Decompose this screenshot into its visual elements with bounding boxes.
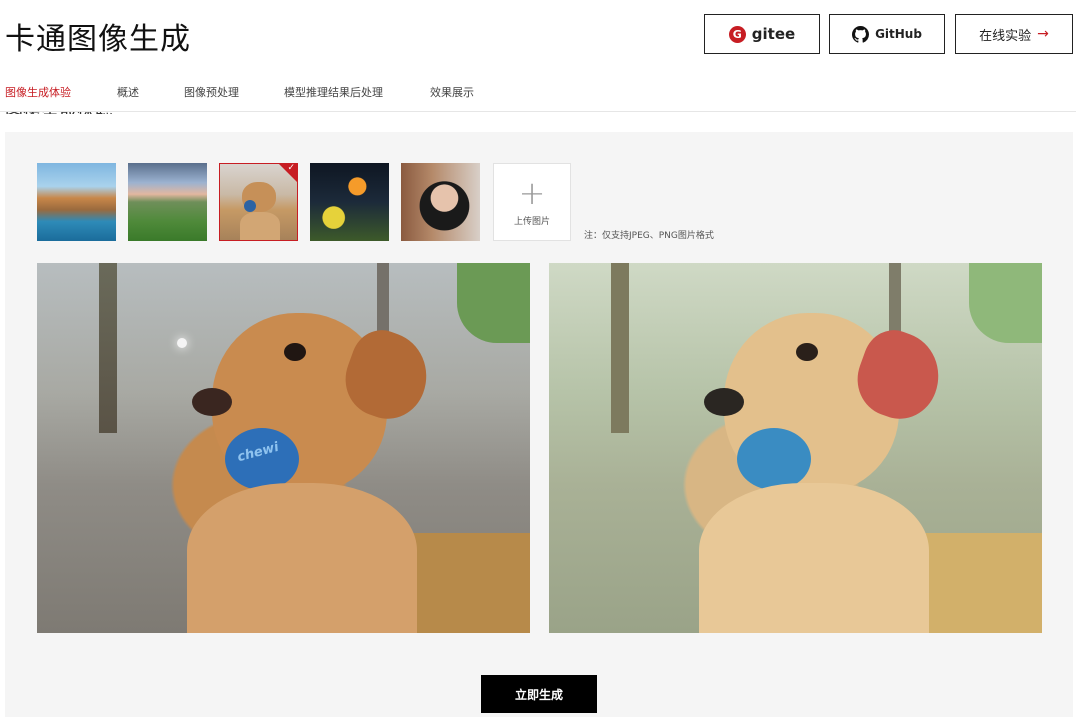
plus-icon: + bbox=[518, 173, 546, 212]
generate-button[interactable]: 立即生成 bbox=[481, 675, 597, 713]
github-label: GitHub bbox=[875, 27, 922, 41]
thumbnail-butterfly-flowers[interactable] bbox=[310, 163, 389, 241]
gitee-logo-icon: G bbox=[728, 25, 746, 43]
thumbnail-golden-retriever[interactable]: ✓ bbox=[219, 163, 298, 241]
dog-body bbox=[699, 483, 929, 633]
original-image: chewi bbox=[37, 263, 530, 633]
dog-eye bbox=[796, 343, 818, 361]
cartoon-ball bbox=[737, 428, 811, 490]
upload-image-button[interactable]: + 上传图片 bbox=[493, 163, 571, 241]
dog-nose bbox=[704, 388, 744, 416]
tab-showcase[interactable]: 效果展示 bbox=[430, 84, 474, 100]
tab-preprocessing[interactable]: 图像预处理 bbox=[184, 84, 239, 100]
online-experiment-button[interactable]: 在线实验 → bbox=[955, 14, 1073, 54]
gitee-button[interactable]: G gitee bbox=[704, 14, 820, 54]
header: 卡通图像生成 G gitee GitHub 在线实验 → bbox=[0, 0, 1076, 70]
upload-label: 上传图片 bbox=[513, 216, 550, 227]
check-mark-icon: ✓ bbox=[287, 163, 295, 173]
dog-body bbox=[187, 483, 417, 633]
thumb-dog-body bbox=[240, 212, 280, 240]
thumbnail-portrait[interactable] bbox=[401, 163, 480, 241]
github-button[interactable]: GitHub bbox=[829, 14, 945, 54]
github-logo-icon bbox=[852, 25, 870, 43]
thumb-ball bbox=[244, 200, 256, 212]
tree-trunk bbox=[99, 263, 117, 433]
cartoon-result-image bbox=[549, 263, 1042, 633]
thumbnail-flower-field[interactable] bbox=[128, 163, 207, 241]
gitee-label: gitee bbox=[751, 25, 796, 43]
light-bokeh bbox=[177, 338, 187, 348]
tab-nav: 图像生成体验 概述 图像预处理 模型推理结果后处理 效果展示 bbox=[0, 70, 1076, 112]
tab-overview[interactable]: 概述 bbox=[117, 84, 139, 100]
thumbnail-coastal-town[interactable] bbox=[37, 163, 116, 241]
dog-eye bbox=[284, 343, 306, 361]
dog-nose bbox=[192, 388, 232, 416]
page-title: 卡通图像生成 bbox=[5, 22, 191, 57]
arrow-right-icon: → bbox=[1037, 26, 1049, 42]
foliage bbox=[969, 263, 1042, 343]
tab-image-generation[interactable]: 图像生成体验 bbox=[5, 84, 71, 100]
online-experiment-label: 在线实验 bbox=[979, 28, 1032, 44]
tab-postprocessing[interactable]: 模型推理结果后处理 bbox=[284, 84, 383, 100]
foliage bbox=[457, 263, 530, 343]
format-note: 注：仅支持JPEG、PNG图片格式 bbox=[584, 231, 714, 241]
tree-trunk bbox=[611, 263, 629, 433]
